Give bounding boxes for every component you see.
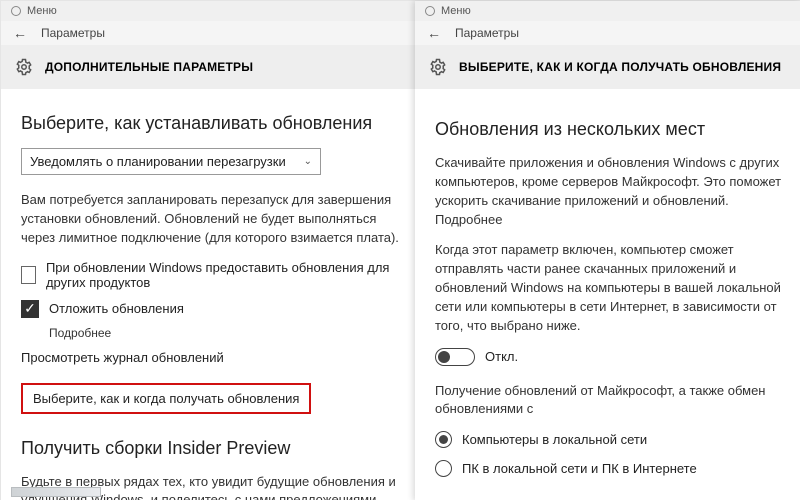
breadcrumb[interactable]: Параметры	[455, 26, 519, 40]
checkbox-defer-label: Отложить обновления	[49, 301, 184, 316]
section-install-updates: Выберите, как устанавливать обновления	[21, 113, 411, 134]
install-description: Вам потребуется запланировать перезапуск…	[21, 191, 411, 248]
left-header: ← Параметры	[1, 21, 415, 45]
multi-desc-3: Получение обновлений от Майкрософт, а та…	[435, 382, 783, 420]
multi-desc-2: Когда этот параметр включен, компьютер с…	[435, 241, 783, 335]
app-icon	[11, 6, 21, 16]
install-mode-dropdown[interactable]: Уведомлять о планировании перезагрузки ⌄	[21, 148, 321, 175]
dropdown-value: Уведомлять о планировании перезагрузки	[30, 154, 286, 169]
delivery-toggle[interactable]	[435, 348, 475, 366]
chevron-down-icon: ⌄	[304, 156, 312, 167]
page-title: ВЫБЕРИТЕ, КАК И КОГДА ПОЛУЧАТЬ ОБНОВЛЕНИ…	[459, 60, 781, 74]
more-link[interactable]: Подробнее	[435, 212, 502, 227]
radio-local-row[interactable]: Компьютеры в локальной сети	[435, 431, 783, 448]
left-menubar: Меню	[1, 1, 415, 21]
delivery-toggle-label: Откл.	[485, 349, 518, 364]
gear-icon	[15, 58, 33, 76]
checkbox-other-products-label: При обновлении Windows предоставить обно…	[46, 260, 411, 290]
checkbox-other-products[interactable]	[21, 266, 36, 284]
checkbox-defer-row[interactable]: ✓ Отложить обновления	[21, 300, 411, 318]
app-icon	[425, 6, 435, 16]
radio-local[interactable]	[435, 431, 452, 448]
left-content: Выберите, как устанавливать обновления У…	[1, 89, 415, 500]
page-title: ДОПОЛНИТЕЛЬНЫЕ ПАРАМЕТРЫ	[45, 60, 253, 74]
left-titlebar: ДОПОЛНИТЕЛЬНЫЕ ПАРАМЕТРЫ	[1, 45, 415, 89]
delivery-toggle-row[interactable]: Откл.	[435, 348, 783, 366]
radio-internet[interactable]	[435, 460, 452, 477]
checkbox-other-products-row[interactable]: При обновлении Windows предоставить обно…	[21, 260, 411, 290]
radio-local-label: Компьютеры в локальной сети	[462, 432, 647, 447]
gear-icon	[429, 58, 447, 76]
back-arrow-icon[interactable]: ←	[427, 26, 441, 40]
right-content: Обновления из нескольких мест Скачивайте…	[415, 89, 800, 499]
right-menubar: Меню	[415, 1, 800, 21]
section-multiple-places: Обновления из нескольких мест	[435, 119, 783, 140]
checkbox-defer[interactable]: ✓	[21, 300, 39, 318]
menu-label[interactable]: Меню	[27, 5, 57, 17]
choose-updates-link-label: Выберите, как и когда получать обновлени…	[33, 391, 299, 406]
highlighted-choose-updates-link[interactable]: Выберите, как и когда получать обновлени…	[21, 383, 311, 414]
left-window: Меню ← Параметры ДОПОЛНИТЕЛЬНЫЕ ПАРАМЕТР…	[1, 1, 415, 500]
right-titlebar: ВЫБЕРИТЕ, КАК И КОГДА ПОЛУЧАТЬ ОБНОВЛЕНИ…	[415, 45, 800, 89]
defer-more-link[interactable]: Подробнее	[49, 326, 411, 340]
multi-desc-1: Скачивайте приложения и обновления Windo…	[435, 154, 783, 229]
view-update-history-link[interactable]: Просмотреть журнал обновлений	[21, 350, 411, 365]
taskbar-fragment	[11, 487, 101, 497]
right-header: ← Параметры	[415, 21, 800, 45]
back-arrow-icon[interactable]: ←	[13, 26, 27, 40]
radio-internet-label: ПК в локальной сети и ПК в Интернете	[462, 461, 697, 476]
menu-label[interactable]: Меню	[441, 5, 471, 17]
breadcrumb[interactable]: Параметры	[41, 26, 105, 40]
section-insider: Получить сборки Insider Preview	[21, 438, 411, 459]
radio-internet-row[interactable]: ПК в локальной сети и ПК в Интернете	[435, 460, 783, 477]
right-window: Меню ← Параметры ВЫБЕРИТЕ, КАК И КОГДА П…	[415, 1, 800, 500]
